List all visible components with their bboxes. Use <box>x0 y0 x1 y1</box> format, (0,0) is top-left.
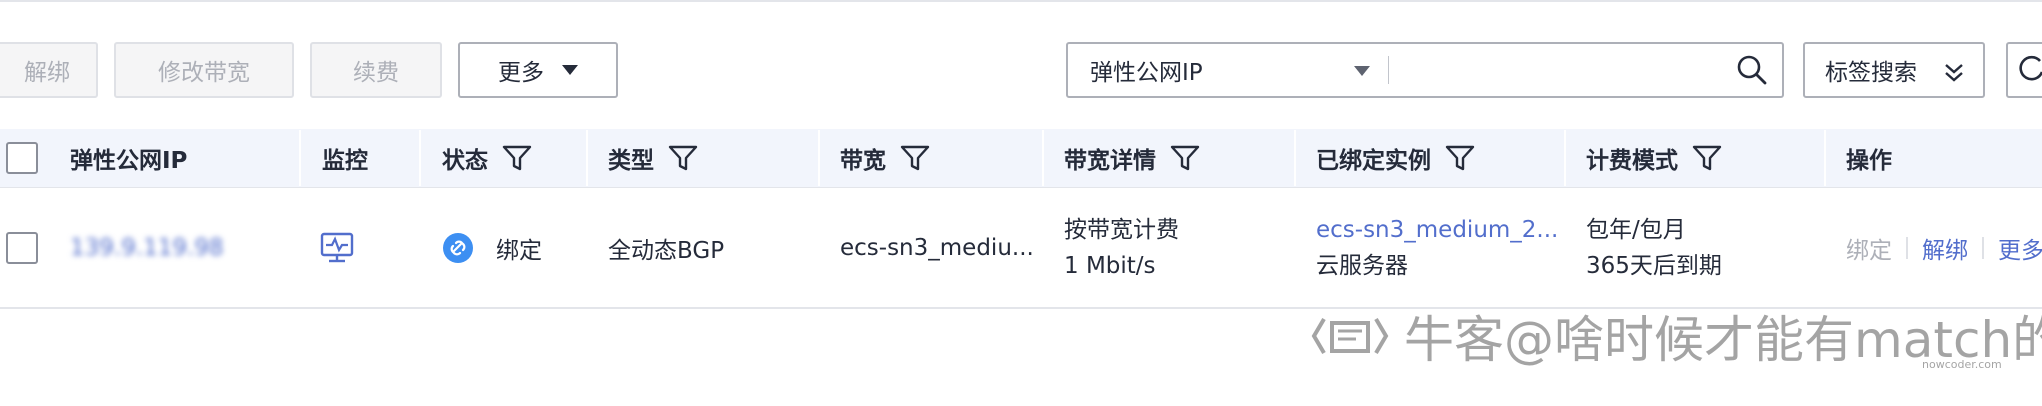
more-action-link[interactable]: 更多 <box>1998 231 2042 265</box>
unbind-action-link[interactable]: 解绑 <box>1922 231 1968 265</box>
status-text: 绑定 <box>496 238 542 264</box>
billing-cell: 包年/包月 365天后到期 <box>1586 212 1722 284</box>
modify-bandwidth-button[interactable]: 修改带宽 <box>114 42 294 98</box>
bound-status-icon <box>442 232 474 264</box>
watermark-subtext: nowcoder.com <box>1922 358 2002 371</box>
column-divider <box>586 130 588 186</box>
monitor-icon[interactable] <box>320 230 354 266</box>
bound-instance-cell: ecs-sn3_medium_2... 云服务器 <box>1316 212 1558 284</box>
header-status: 状态 <box>442 129 532 187</box>
tag-search-label: 标签搜索 <box>1825 60 1917 86</box>
row-checkbox[interactable] <box>6 232 38 264</box>
search-icon[interactable] <box>1722 44 1782 96</box>
header-type-label: 类型 <box>608 148 654 174</box>
filter-icon[interactable] <box>1445 144 1475 172</box>
header-monitor: 监控 <box>322 129 368 187</box>
tag-search-button[interactable]: 标签搜索 <box>1803 42 1985 98</box>
header-type: 类型 <box>608 129 698 187</box>
header-bound-instance-label: 已绑定实例 <box>1316 148 1431 174</box>
table-header: 弹性公网IP 监控 状态 类型 带宽 带宽详情 已绑定实例 计费模式 操作 <box>0 129 2042 187</box>
eip-link[interactable]: 139.9.119.98 <box>70 230 224 266</box>
unbind-button-label: 解绑 <box>24 60 70 86</box>
status-cell: 绑定 <box>442 230 542 266</box>
column-divider <box>818 130 820 186</box>
bandwidth-size-text: 1 Mbit/s <box>1064 253 1156 279</box>
header-eip: 弹性公网IP <box>70 129 187 187</box>
bandwidth-cell: ecs-sn3_mediu... <box>840 230 1034 266</box>
column-divider <box>419 130 421 186</box>
header-bandwidth-label: 带宽 <box>840 148 886 174</box>
bandwidth-detail-cell: 按带宽计费 1 Mbit/s <box>1064 212 1179 284</box>
expiry-text: 365天后到期 <box>1586 253 1722 279</box>
top-border <box>0 0 2042 2</box>
type-text: 全动态BGP <box>608 238 725 264</box>
header-bound-instance: 已绑定实例 <box>1316 129 1475 187</box>
select-all-checkbox[interactable] <box>6 142 38 174</box>
table-row: 139.9.119.98 绑定 全动态BGP ecs-sn3_mediu... … <box>0 187 2042 309</box>
header-bandwidth: 带宽 <box>840 129 930 187</box>
header-actions-label: 操作 <box>1846 148 1892 174</box>
renew-label: 续费 <box>353 60 399 86</box>
filter-icon[interactable] <box>668 144 698 172</box>
refresh-button[interactable] <box>2006 42 2042 98</box>
filter-icon[interactable] <box>1170 144 1200 172</box>
column-divider <box>1042 130 1044 186</box>
header-bandwidth-detail: 带宽详情 <box>1064 129 1200 187</box>
double-chevron-down-icon <box>1943 60 1965 90</box>
instance-link[interactable]: ecs-sn3_medium_2... <box>1316 212 1558 248</box>
billing-mode-text: 包年/包月 <box>1586 217 1686 243</box>
unbind-button[interactable]: 解绑 <box>0 42 98 98</box>
instance-type-text: 云服务器 <box>1316 253 1408 279</box>
search-input[interactable] <box>1389 44 1722 96</box>
filter-icon[interactable] <box>502 144 532 172</box>
header-status-label: 状态 <box>442 148 488 174</box>
header-bandwidth-detail-label: 带宽详情 <box>1064 148 1156 174</box>
header-actions: 操作 <box>1846 129 1892 187</box>
renew-button[interactable]: 续费 <box>310 42 442 98</box>
search-field-label: 弹性公网IP <box>1090 60 1203 86</box>
actions-cell: 绑定 解绑 更多 <box>1846 230 2042 266</box>
search-box: 弹性公网IP <box>1066 42 1784 98</box>
column-divider <box>1824 130 1826 186</box>
filter-icon[interactable] <box>900 144 930 172</box>
caret-down-icon <box>1354 66 1370 76</box>
header-monitor-label: 监控 <box>322 148 368 174</box>
modify-bandwidth-label: 修改带宽 <box>158 60 250 86</box>
column-divider <box>1564 130 1566 186</box>
action-separator <box>1982 237 1984 259</box>
more-label: 更多 <box>498 60 544 86</box>
column-divider <box>299 130 301 186</box>
watermark-logo-icon <box>1310 311 1390 361</box>
caret-down-icon <box>562 65 578 75</box>
bandwidth-name: ecs-sn3_mediu... <box>840 235 1034 261</box>
refresh-icon <box>2018 54 2042 86</box>
bandwidth-billing-text: 按带宽计费 <box>1064 217 1179 243</box>
bind-action-link[interactable]: 绑定 <box>1846 231 1892 265</box>
eip-address: 139.9.119.98 <box>70 235 224 261</box>
filter-icon[interactable] <box>1692 144 1722 172</box>
action-separator <box>1906 237 1908 259</box>
header-billing: 计费模式 <box>1586 129 1722 187</box>
more-dropdown-button[interactable]: 更多 <box>458 42 618 98</box>
column-divider <box>1294 130 1296 186</box>
type-cell: 全动态BGP <box>608 230 724 266</box>
header-eip-label: 弹性公网IP <box>70 148 188 174</box>
search-field-select[interactable]: 弹性公网IP <box>1068 44 1388 96</box>
header-billing-label: 计费模式 <box>1586 148 1678 174</box>
